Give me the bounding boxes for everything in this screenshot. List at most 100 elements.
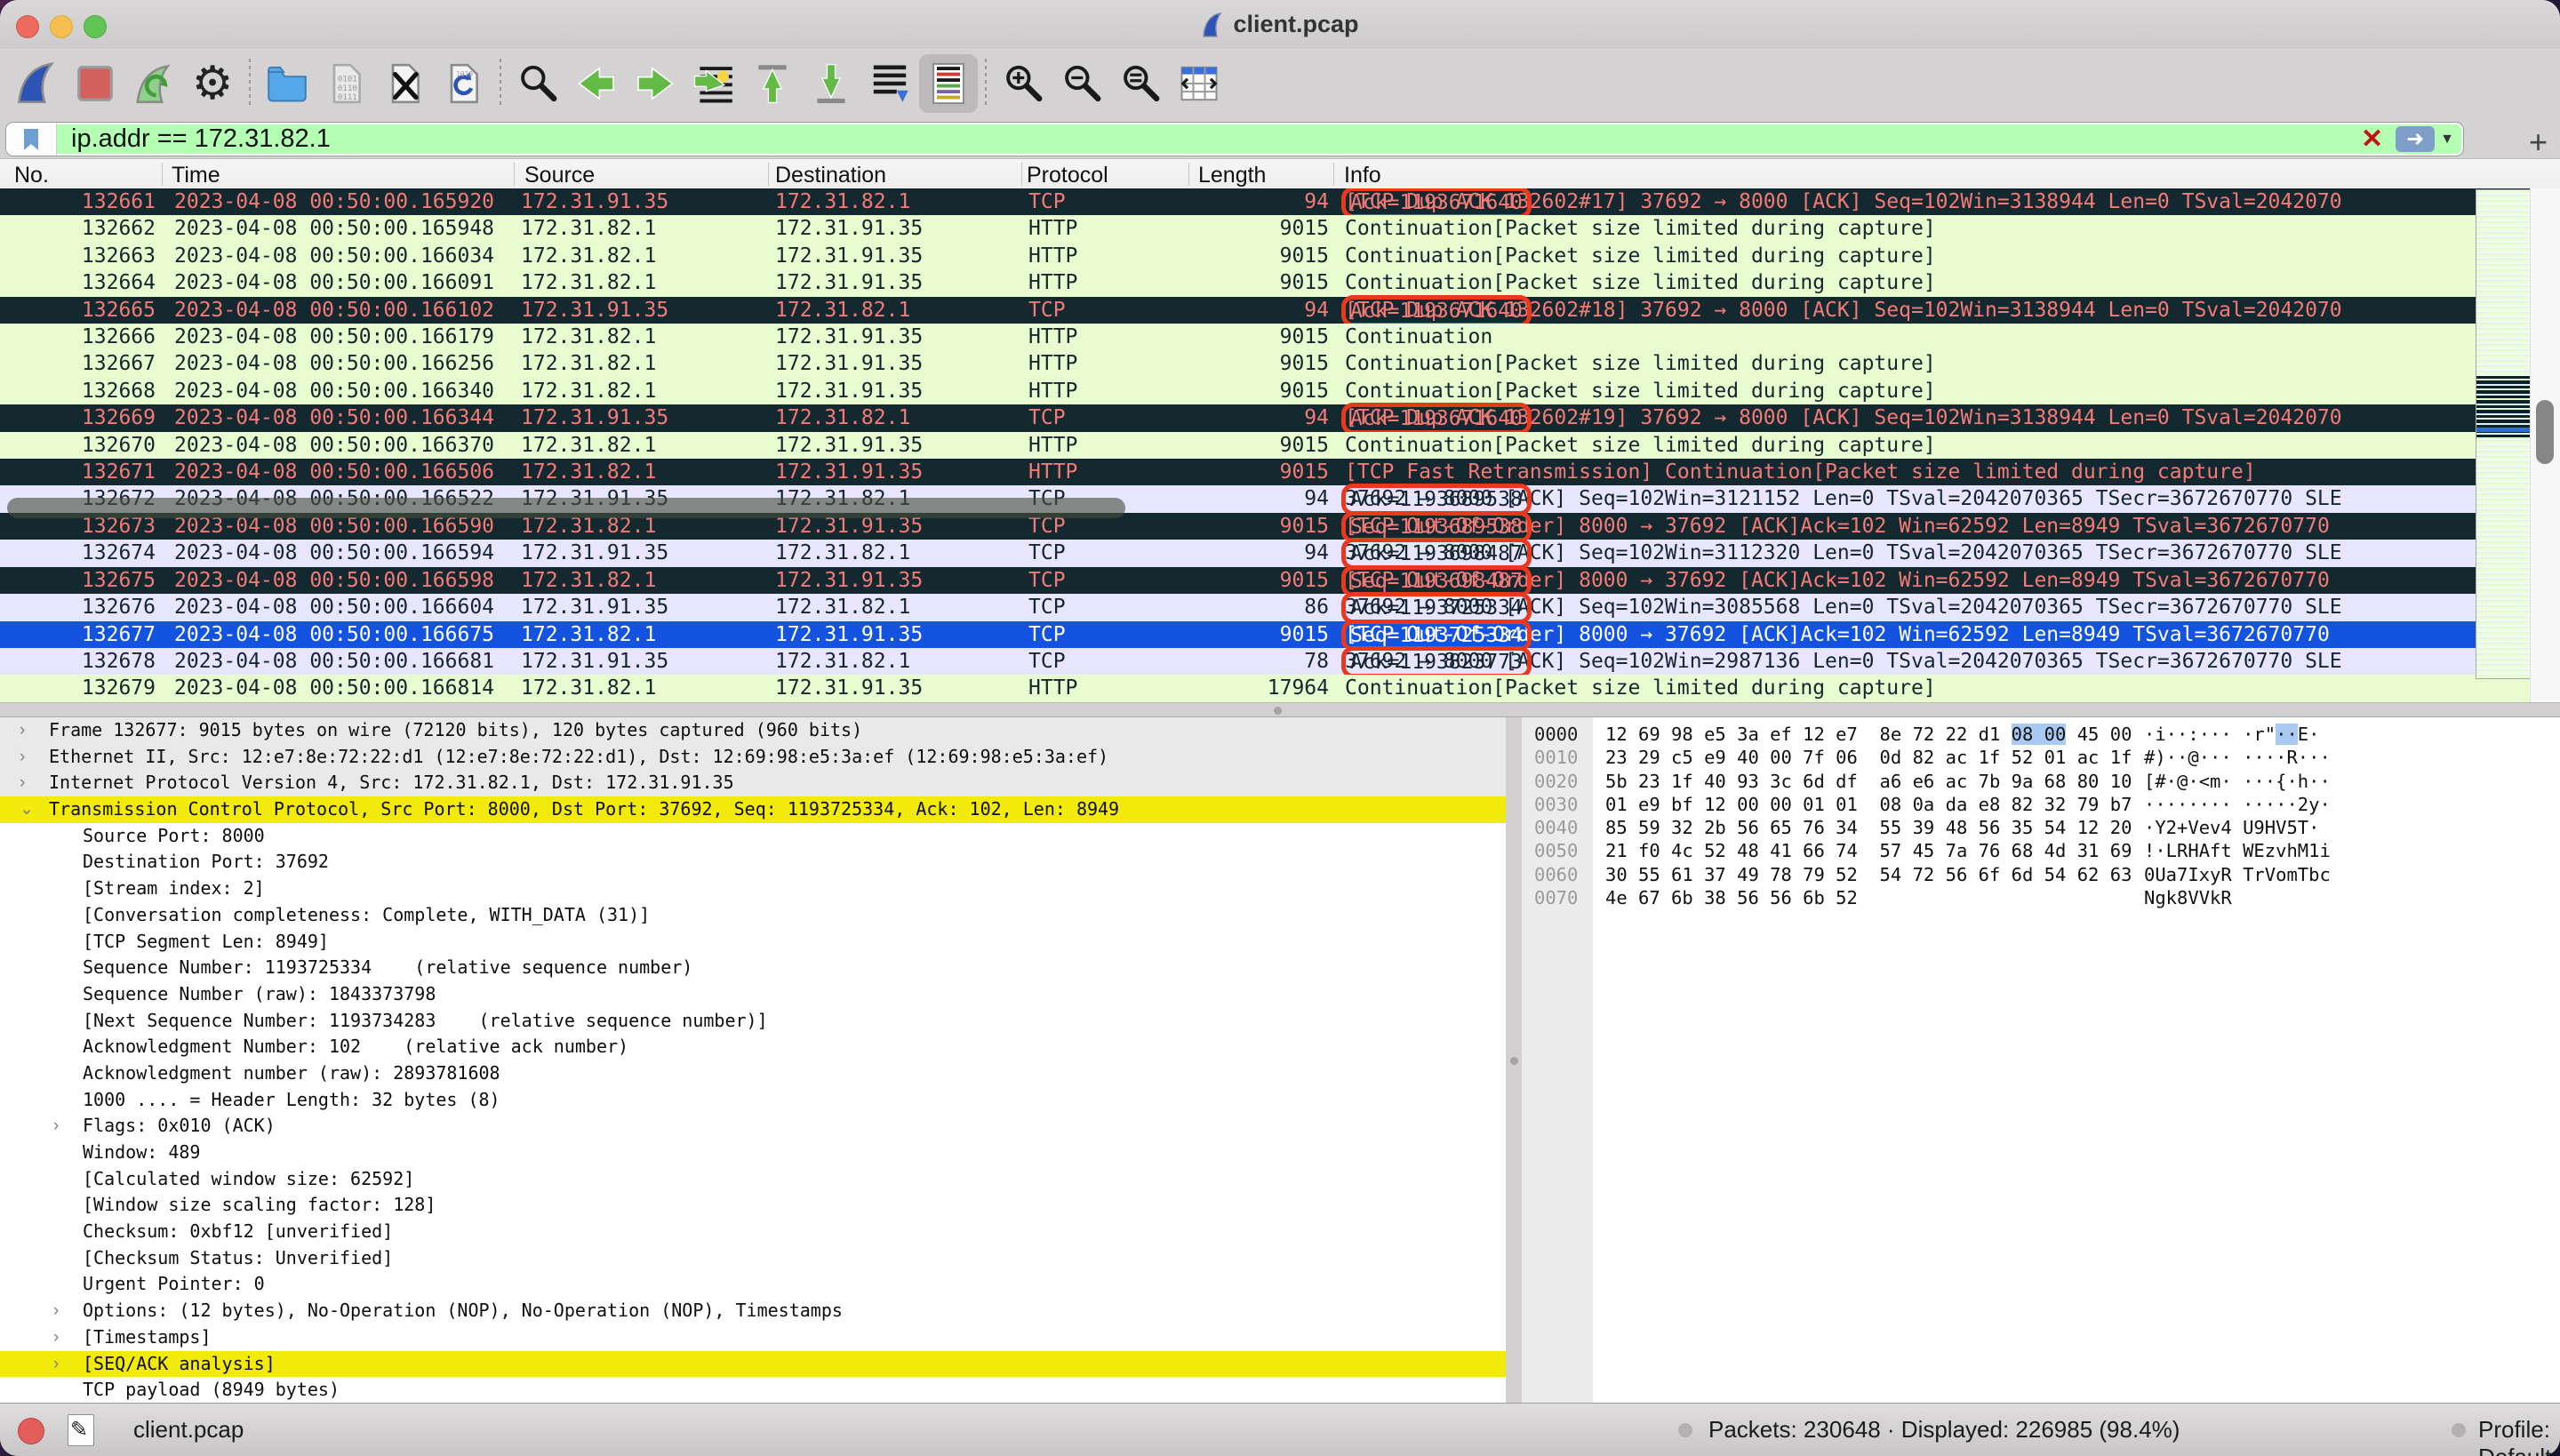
packet-row-132676[interactable]: 1326762023-04-08 00:50:00.166604172.31.9… (0, 594, 2560, 620)
packet-row-132677[interactable]: 1326772023-04-08 00:50:00.166675172.31.8… (0, 621, 2560, 648)
packet-row-132669[interactable]: 1326692023-04-08 00:50:00.166344172.31.9… (0, 404, 2560, 431)
filter-dropdown-caret-icon[interactable]: ▼ (2440, 132, 2454, 148)
column-header-length[interactable]: Length (1198, 163, 1266, 188)
packet-row-132675[interactable]: 1326752023-04-08 00:50:00.166598172.31.8… (0, 567, 2560, 594)
packet-row-132678[interactable]: 1326782023-04-08 00:50:00.166681172.31.9… (0, 648, 2560, 675)
display-filter-field[interactable]: ip.addr == 172.31.82.1 ✕ ➜ ▼ (5, 122, 2464, 156)
packet-row-132668[interactable]: 1326682023-04-08 00:50:00.166340172.31.8… (0, 378, 2560, 404)
column-header-time[interactable]: Time (172, 163, 220, 188)
detail-line[interactable]: ›Flags: 0x010 (ACK) (0, 1113, 1506, 1140)
detail-line[interactable]: ›Options: (12 bytes), No-Operation (NOP)… (0, 1298, 1506, 1324)
hex-row-0020[interactable]: 00205b 23 1f 40 93 3c 6d df a6 e6 ac 7b … (1522, 770, 2560, 793)
stop-capture-button[interactable] (66, 54, 124, 113)
detail-line[interactable]: Source Port: 8000 (0, 823, 1506, 850)
detail-line[interactable]: ›Frame 132677: 9015 bytes on wire (72120… (0, 717, 1506, 744)
column-separator[interactable] (1333, 163, 1334, 186)
zoom-reset-button[interactable] (1111, 54, 1170, 113)
packet-row-132667[interactable]: 1326672023-04-08 00:50:00.166256172.31.8… (0, 350, 2560, 377)
hex-row-0050[interactable]: 005021 f0 4c 52 48 41 66 74 57 45 7a 76 … (1522, 839, 2560, 862)
column-header-destination[interactable]: Destination (775, 163, 886, 188)
go-back-button[interactable] (567, 54, 626, 113)
horizontal-pane-splitter[interactable] (0, 702, 2560, 717)
packet-list-header[interactable]: No. Time Source Destination Protocol Length In… (0, 158, 2560, 190)
vertical-pane-splitter[interactable] (1506, 716, 1522, 1404)
expand-chevron-icon[interactable]: › (20, 770, 25, 796)
filter-bookmark-button[interactable] (6, 123, 57, 156)
expert-info-icon[interactable] (18, 1418, 44, 1444)
expand-chevron-icon[interactable]: › (53, 1113, 59, 1140)
detail-line[interactable]: Acknowledgment Number: 102 (relative ack… (0, 1034, 1506, 1060)
go-to-packet-button[interactable] (684, 54, 743, 113)
detail-line[interactable]: [TCP Segment Len: 8949] (0, 929, 1506, 956)
expand-chevron-icon[interactable]: › (53, 1298, 59, 1324)
expand-chevron-icon[interactable]: › (20, 717, 25, 744)
filter-clear-icon[interactable]: ✕ (2361, 124, 2383, 155)
column-separator[interactable] (1021, 163, 1022, 186)
zoom-out-button[interactable] (1052, 54, 1111, 113)
packet-row-132664[interactable]: 1326642023-04-08 00:50:00.166091172.31.8… (0, 269, 2560, 296)
detail-line[interactable]: Urgent Pointer: 0 (0, 1271, 1506, 1298)
save-file-button[interactable]: 010101100111 (316, 54, 375, 113)
expand-chevron-icon[interactable]: › (53, 1324, 59, 1351)
start-capture-button[interactable] (7, 54, 66, 113)
detail-line[interactable]: ›[Timestamps] (0, 1324, 1506, 1351)
hex-row-0040[interactable]: 004085 59 32 2b 56 65 76 34 55 39 48 56 … (1522, 816, 2560, 839)
detail-line[interactable]: TCP payload (8949 bytes) (0, 1377, 1506, 1404)
detail-line[interactable]: Checksum: 0xbf12 [unverified] (0, 1219, 1506, 1245)
detail-line[interactable]: Destination Port: 37692 (0, 849, 1506, 876)
detail-line[interactable]: [Stream index: 2] (0, 876, 1506, 902)
column-header-source[interactable]: Source (524, 163, 595, 188)
hex-row-0060[interactable]: 006030 55 61 37 49 78 79 52 54 72 56 6f … (1522, 863, 2560, 886)
detail-line[interactable]: ›Internet Protocol Version 4, Src: 172.3… (0, 770, 1506, 796)
expand-chevron-icon[interactable]: › (20, 744, 25, 771)
column-header-protocol[interactable]: Protocol (1027, 163, 1108, 188)
column-header-info[interactable]: Info (1344, 163, 1381, 188)
capture-options-button[interactable]: ⚙ (183, 54, 242, 113)
find-packet-button[interactable] (508, 54, 567, 113)
filter-input[interactable]: ip.addr == 172.31.82.1 (71, 124, 2361, 154)
packet-row-132661[interactable]: 1326612023-04-08 00:50:00.165920172.31.9… (0, 188, 2560, 215)
hex-row-0070[interactable]: 00704e 67 6b 38 56 56 6b 52Ngk8VVkR (1522, 886, 2560, 909)
detail-line[interactable]: [Conversation completeness: Complete, WI… (0, 902, 1506, 929)
detail-line[interactable]: [Calculated window size: 62592] (0, 1166, 1506, 1193)
close-file-button[interactable] (375, 54, 434, 113)
detail-line[interactable]: 1000 .... = Header Length: 32 bytes (8) (0, 1087, 1506, 1114)
detail-line[interactable]: Sequence Number: 1193725334 (relative se… (0, 955, 1506, 981)
filter-apply-icon[interactable]: ➜ (2396, 126, 2435, 152)
column-header-no[interactable]: No. (14, 163, 49, 188)
detail-line[interactable]: Window: 489 (0, 1140, 1506, 1166)
packet-list-vertical-scrollbar[interactable] (2530, 188, 2560, 702)
packet-row-132666[interactable]: 1326662023-04-08 00:50:00.166179172.31.8… (0, 324, 2560, 350)
column-separator[interactable] (768, 163, 769, 186)
packet-row-132670[interactable]: 1326702023-04-08 00:50:00.166370172.31.8… (0, 432, 2560, 459)
detail-line[interactable]: ›[SEQ/ACK analysis] (0, 1351, 1506, 1378)
packet-row-132679[interactable]: 1326792023-04-08 00:50:00.166814172.31.8… (0, 675, 2560, 701)
packet-row-132671[interactable]: 1326712023-04-08 00:50:00.166506172.31.8… (0, 459, 2560, 485)
resize-columns-button[interactable] (1170, 54, 1228, 113)
detail-line[interactable]: [Checksum Status: Unverified] (0, 1245, 1506, 1272)
detail-line[interactable]: [Next Sequence Number: 1193734283 (relat… (0, 1008, 1506, 1035)
detail-line[interactable]: ⌄Transmission Control Protocol, Src Port… (0, 796, 1506, 823)
reload-file-button[interactable]: 1010 (434, 54, 492, 113)
detail-line[interactable]: ›Ethernet II, Src: 12:e7:8e:72:22:d1 (12… (0, 744, 1506, 771)
expand-chevron-icon[interactable]: › (53, 1351, 59, 1378)
vertical-scrollbar-thumb[interactable] (2536, 400, 2554, 464)
column-separator[interactable] (162, 163, 163, 186)
restart-capture-button[interactable] (124, 54, 183, 113)
packet-row-132674[interactable]: 1326742023-04-08 00:50:00.166594172.31.9… (0, 540, 2560, 566)
auto-scroll-button[interactable] (860, 54, 919, 113)
detail-line[interactable]: [Window size scaling factor: 128] (0, 1192, 1506, 1219)
zoom-in-button[interactable] (994, 54, 1052, 113)
packet-row-132662[interactable]: 1326622023-04-08 00:50:00.165948172.31.8… (0, 215, 2560, 242)
intelligent-scrollbar-minimap[interactable] (2476, 189, 2531, 679)
hex-row-0030[interactable]: 003001 e9 bf 12 00 00 01 01 08 0a da e8 … (1522, 793, 2560, 816)
column-separator[interactable] (1188, 163, 1189, 186)
column-separator[interactable] (514, 163, 515, 186)
go-forward-button[interactable] (626, 54, 684, 113)
detail-line[interactable]: Acknowledgment number (raw): 2893781608 (0, 1060, 1506, 1087)
go-to-bottom-button[interactable] (802, 54, 860, 113)
hex-row-0010[interactable]: 001023 29 c5 e9 40 00 7f 06 0d 82 ac 1f … (1522, 746, 2560, 769)
filter-add-button[interactable]: + (2529, 124, 2548, 161)
hex-row-0000[interactable]: 000012 69 98 e5 3a ef 12 e7 8e 72 22 d1 … (1522, 723, 2560, 746)
detail-line[interactable]: Sequence Number (raw): 1843373798 (0, 981, 1506, 1008)
